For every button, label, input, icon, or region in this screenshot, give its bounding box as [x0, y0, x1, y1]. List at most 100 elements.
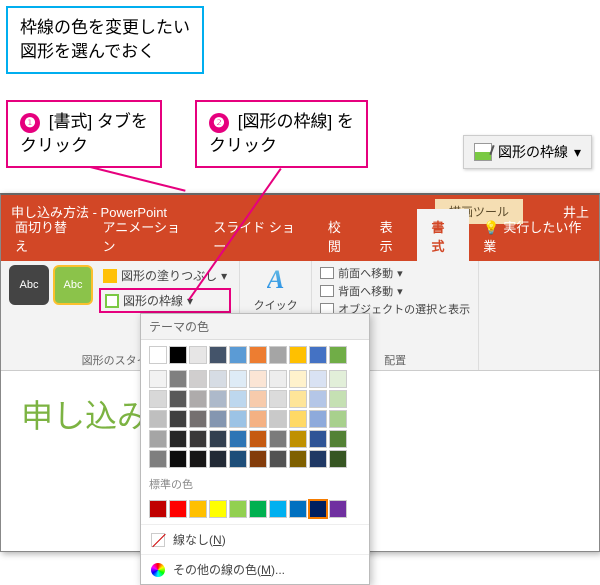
color-swatch[interactable] — [329, 500, 347, 518]
color-swatch[interactable] — [269, 410, 287, 428]
color-swatch[interactable] — [149, 450, 167, 468]
color-swatch[interactable] — [269, 370, 287, 388]
tab-review[interactable]: 校閲 — [314, 209, 366, 261]
color-swatch[interactable] — [329, 346, 347, 364]
color-swatch[interactable] — [169, 430, 187, 448]
bring-forward-button[interactable]: 前面へ移動 ▾ — [320, 265, 470, 281]
callout-step2: ❷ [図形の枠線] を クリック — [195, 100, 368, 168]
color-swatch[interactable] — [169, 370, 187, 388]
color-swatch[interactable] — [269, 450, 287, 468]
shape-outline-button-sample[interactable]: 図形の枠線 ▾ — [463, 135, 592, 169]
color-swatch[interactable] — [209, 430, 227, 448]
shape-outline-button[interactable]: 図形の枠線 ▾ — [99, 288, 231, 313]
theme-color-shades — [141, 370, 369, 474]
color-swatch[interactable] — [189, 410, 207, 428]
color-swatch[interactable] — [229, 500, 247, 518]
color-swatch[interactable] — [329, 430, 347, 448]
color-swatch[interactable] — [249, 500, 267, 518]
color-swatch[interactable] — [329, 390, 347, 408]
tab-view[interactable]: 表示 — [366, 209, 418, 261]
shape-style-dark[interactable]: Abc — [9, 265, 49, 305]
color-swatch[interactable] — [309, 450, 327, 468]
color-swatch[interactable] — [289, 410, 307, 428]
color-swatch[interactable] — [249, 410, 267, 428]
color-swatch[interactable] — [289, 430, 307, 448]
color-swatch[interactable] — [269, 390, 287, 408]
front-label: 前面へ移動 — [338, 265, 393, 281]
color-swatch[interactable] — [209, 450, 227, 468]
color-swatch[interactable] — [289, 390, 307, 408]
color-swatch[interactable] — [249, 370, 267, 388]
color-swatch[interactable] — [209, 346, 227, 364]
front-icon — [320, 267, 334, 279]
color-swatch[interactable] — [309, 346, 327, 364]
color-swatch[interactable] — [149, 346, 167, 364]
color-swatch[interactable] — [149, 390, 167, 408]
color-swatch[interactable] — [189, 370, 207, 388]
wordart-sample[interactable]: A — [267, 265, 284, 295]
color-swatch[interactable] — [289, 346, 307, 364]
color-swatch[interactable] — [329, 450, 347, 468]
more-colors-key: M — [261, 563, 271, 577]
theme-color-row-main — [141, 340, 369, 370]
color-swatch[interactable] — [289, 370, 307, 388]
color-swatch[interactable] — [189, 346, 207, 364]
color-swatch[interactable] — [209, 500, 227, 518]
color-swatch[interactable] — [189, 500, 207, 518]
color-swatch[interactable] — [149, 500, 167, 518]
color-swatch[interactable] — [229, 370, 247, 388]
color-swatch[interactable] — [309, 500, 327, 518]
color-swatch[interactable] — [289, 500, 307, 518]
color-swatch[interactable] — [269, 430, 287, 448]
color-swatch[interactable] — [169, 450, 187, 468]
color-swatch[interactable] — [229, 450, 247, 468]
color-swatch[interactable] — [309, 430, 327, 448]
color-swatch[interactable] — [329, 370, 347, 388]
color-swatch[interactable] — [249, 390, 267, 408]
color-swatch[interactable] — [169, 500, 187, 518]
color-swatch[interactable] — [229, 346, 247, 364]
color-swatch[interactable] — [229, 430, 247, 448]
color-wheel-icon — [151, 563, 165, 577]
color-swatch[interactable] — [209, 370, 227, 388]
color-swatch[interactable] — [249, 346, 267, 364]
tab-animation[interactable]: アニメーション — [88, 209, 199, 261]
color-swatch[interactable] — [269, 500, 287, 518]
color-swatch[interactable] — [309, 370, 327, 388]
color-swatch[interactable] — [229, 410, 247, 428]
shape-style-green[interactable]: Abc — [53, 265, 93, 305]
color-swatch[interactable] — [289, 450, 307, 468]
color-swatch[interactable] — [189, 450, 207, 468]
more-colors-item[interactable]: その他の線の色(M)... — [141, 554, 369, 584]
send-backward-button[interactable]: 背面へ移動 ▾ — [320, 283, 470, 299]
callout-step2-text: [図形の枠線] を クリック — [209, 112, 354, 155]
color-swatch[interactable] — [229, 390, 247, 408]
tab-transition[interactable]: 面切り替え — [1, 209, 88, 261]
outline-icon — [105, 294, 119, 308]
color-swatch[interactable] — [209, 390, 227, 408]
tab-slideshow[interactable]: スライド ショー — [199, 209, 314, 261]
color-swatch[interactable] — [149, 410, 167, 428]
step-badge-2: ❷ — [209, 113, 229, 133]
color-swatch[interactable] — [149, 430, 167, 448]
color-swatch[interactable] — [189, 390, 207, 408]
bulb-icon: 💡 — [483, 220, 499, 235]
theme-colors-header: テーマの色 — [141, 314, 369, 340]
color-swatch[interactable] — [149, 370, 167, 388]
no-outline-item[interactable]: 線なし(N) — [141, 524, 369, 554]
tell-me[interactable]: 💡実行したい作業 — [469, 209, 599, 261]
color-swatch[interactable] — [169, 346, 187, 364]
color-swatch[interactable] — [169, 390, 187, 408]
color-swatch[interactable] — [309, 390, 327, 408]
color-swatch[interactable] — [249, 450, 267, 468]
tab-format[interactable]: 書式 — [417, 209, 469, 261]
color-swatch[interactable] — [169, 410, 187, 428]
no-outline-label: 線なし — [173, 533, 209, 547]
shape-style-gallery[interactable]: Abc Abc — [9, 265, 93, 305]
color-swatch[interactable] — [269, 346, 287, 364]
color-swatch[interactable] — [249, 430, 267, 448]
color-swatch[interactable] — [309, 410, 327, 428]
color-swatch[interactable] — [209, 410, 227, 428]
color-swatch[interactable] — [329, 410, 347, 428]
color-swatch[interactable] — [189, 430, 207, 448]
